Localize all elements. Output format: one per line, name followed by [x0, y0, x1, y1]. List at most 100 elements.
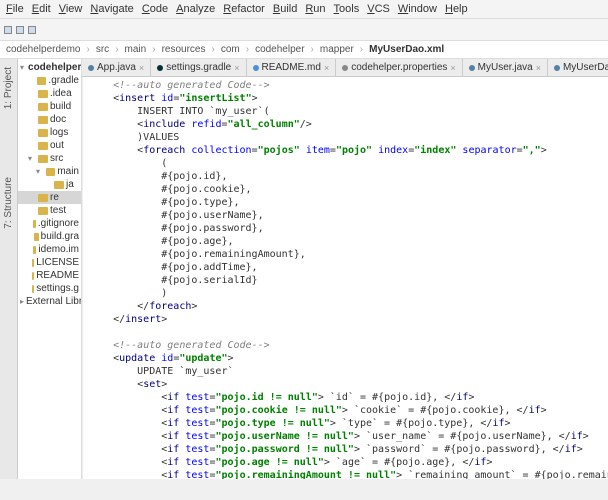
menu-analyze[interactable]: Analyze	[176, 3, 215, 15]
menu-code[interactable]: Code	[142, 3, 168, 15]
folder-icon	[38, 129, 48, 137]
tree-node[interactable]: README	[18, 269, 81, 282]
breadcrumb-item[interactable]: mapper	[320, 44, 354, 55]
tree-node[interactable]: doc	[18, 113, 81, 126]
editor-tab[interactable]: App.java×	[82, 59, 151, 76]
tree-node[interactable]: test	[18, 204, 81, 217]
toolbar-icon[interactable]	[16, 26, 24, 34]
editor-tab[interactable]: MyUserDao.java×	[548, 59, 608, 76]
gradle-icon	[157, 65, 163, 71]
tree-label: build	[50, 101, 71, 112]
tab-label: codehelper.properties	[351, 62, 447, 73]
tree-node[interactable]: settings.g	[18, 282, 81, 295]
tree-node[interactable]: LICENSE	[18, 256, 81, 269]
tree-external-libs[interactable]: ▸ External Libr	[18, 295, 81, 308]
editor-tab[interactable]: README.md×	[247, 59, 337, 76]
tree-node[interactable]: re	[18, 191, 81, 204]
chevron-right-icon: ▸	[20, 297, 24, 306]
tab-label: MyUserDao.java	[563, 62, 608, 73]
tree-node[interactable]: .idea	[18, 87, 81, 100]
folder-icon	[54, 181, 64, 189]
breadcrumb-current: MyUserDao.xml	[369, 44, 444, 55]
tool-tab-project[interactable]: 1: Project	[2, 63, 15, 113]
project-tree[interactable]: ▾ codehelperd .gradle .idea build doc lo…	[18, 59, 82, 479]
close-icon[interactable]: ×	[536, 63, 541, 73]
tree-node[interactable]: ja	[18, 178, 81, 191]
java-icon	[88, 65, 94, 71]
folder-icon	[38, 155, 48, 163]
menubar: File Edit View Navigate Code Analyze Refactor B…	[0, 0, 608, 19]
md-icon	[253, 65, 259, 71]
chevron-right-icon	[244, 44, 251, 55]
chevron-right-icon	[209, 44, 216, 55]
tree-node[interactable]: idemo.im	[18, 243, 81, 256]
code-editor[interactable]: <!--auto generated Code--> <insert id="i…	[82, 77, 608, 479]
tree-node[interactable]: .gradle	[18, 74, 81, 87]
breadcrumb-item[interactable]: com	[221, 44, 240, 55]
tree-node[interactable]: ▾ main	[18, 165, 81, 178]
tool-tab-structure[interactable]: 7: Structure	[2, 173, 15, 233]
tree-label: logs	[50, 127, 68, 138]
menu-view[interactable]: View	[59, 3, 83, 15]
toolbar-icon[interactable]	[28, 26, 36, 34]
menu-build[interactable]: Build	[273, 3, 297, 15]
folder-icon	[38, 142, 48, 150]
file-icon	[34, 233, 39, 241]
close-icon[interactable]: ×	[139, 63, 144, 73]
chevron-right-icon	[150, 44, 157, 55]
tree-label: .gitignore	[38, 218, 79, 229]
tree-node[interactable]: .gitignore	[18, 217, 81, 230]
tab-label: settings.gradle	[166, 62, 231, 73]
chevron-right-icon	[113, 44, 120, 55]
editor-tab[interactable]: settings.gradle×	[151, 59, 246, 76]
tree-label: settings.g	[36, 283, 79, 294]
menu-window[interactable]: Window	[398, 3, 437, 15]
editor-tab[interactable]: MyUser.java×	[463, 59, 548, 76]
props-icon	[342, 65, 348, 71]
menu-file[interactable]: File	[6, 3, 24, 15]
tree-label: build.gra	[41, 231, 79, 242]
close-icon[interactable]: ×	[234, 63, 239, 73]
breadcrumb-item[interactable]: src	[96, 44, 109, 55]
tree-label: doc	[50, 114, 66, 125]
tree-node[interactable]: out	[18, 139, 81, 152]
breadcrumb: codehelperdemo src main resources com codehel…	[0, 41, 608, 59]
menu-vcs[interactable]: VCS	[367, 3, 390, 15]
breadcrumb-item[interactable]: resources	[162, 44, 206, 55]
file-icon	[32, 272, 34, 280]
menu-edit[interactable]: Edit	[32, 3, 51, 15]
menu-run[interactable]: Run	[305, 3, 325, 15]
menu-refactor[interactable]: Refactor	[223, 3, 265, 15]
close-icon[interactable]: ×	[450, 63, 455, 73]
close-icon[interactable]: ×	[324, 63, 329, 73]
tab-label: MyUser.java	[478, 62, 533, 73]
tree-root[interactable]: ▾ codehelperd	[18, 61, 81, 74]
toolbar-icon[interactable]	[4, 26, 12, 34]
tree-label: idemo.im	[38, 244, 79, 255]
tree-node[interactable]: build	[18, 100, 81, 113]
folder-icon	[38, 90, 48, 98]
tab-label: README.md	[262, 62, 321, 73]
breadcrumb-item[interactable]: codehelperdemo	[6, 44, 81, 55]
chevron-right-icon	[358, 44, 365, 55]
breadcrumb-item[interactable]: codehelper	[255, 44, 304, 55]
menu-help[interactable]: Help	[445, 3, 468, 15]
chevron-right-icon	[309, 44, 316, 55]
menu-tools[interactable]: Tools	[334, 3, 360, 15]
tree-label: .idea	[50, 88, 72, 99]
menu-navigate[interactable]: Navigate	[90, 3, 133, 15]
chevron-right-icon	[85, 44, 92, 55]
tree-label: codehelperd	[28, 62, 81, 73]
chevron-down-icon: ▾	[20, 63, 24, 72]
breadcrumb-item[interactable]: main	[125, 44, 147, 55]
tree-label: main	[57, 166, 79, 177]
tree-label: ja	[66, 179, 74, 190]
tree-node[interactable]: build.gra	[18, 230, 81, 243]
editor-tab[interactable]: codehelper.properties×	[336, 59, 462, 76]
folder-icon	[46, 168, 56, 176]
tree-label: README	[36, 270, 79, 281]
folder-icon	[38, 194, 48, 202]
tree-node[interactable]: ▾ src	[18, 152, 81, 165]
chevron-down-icon: ▾	[28, 154, 36, 163]
tree-node[interactable]: logs	[18, 126, 81, 139]
